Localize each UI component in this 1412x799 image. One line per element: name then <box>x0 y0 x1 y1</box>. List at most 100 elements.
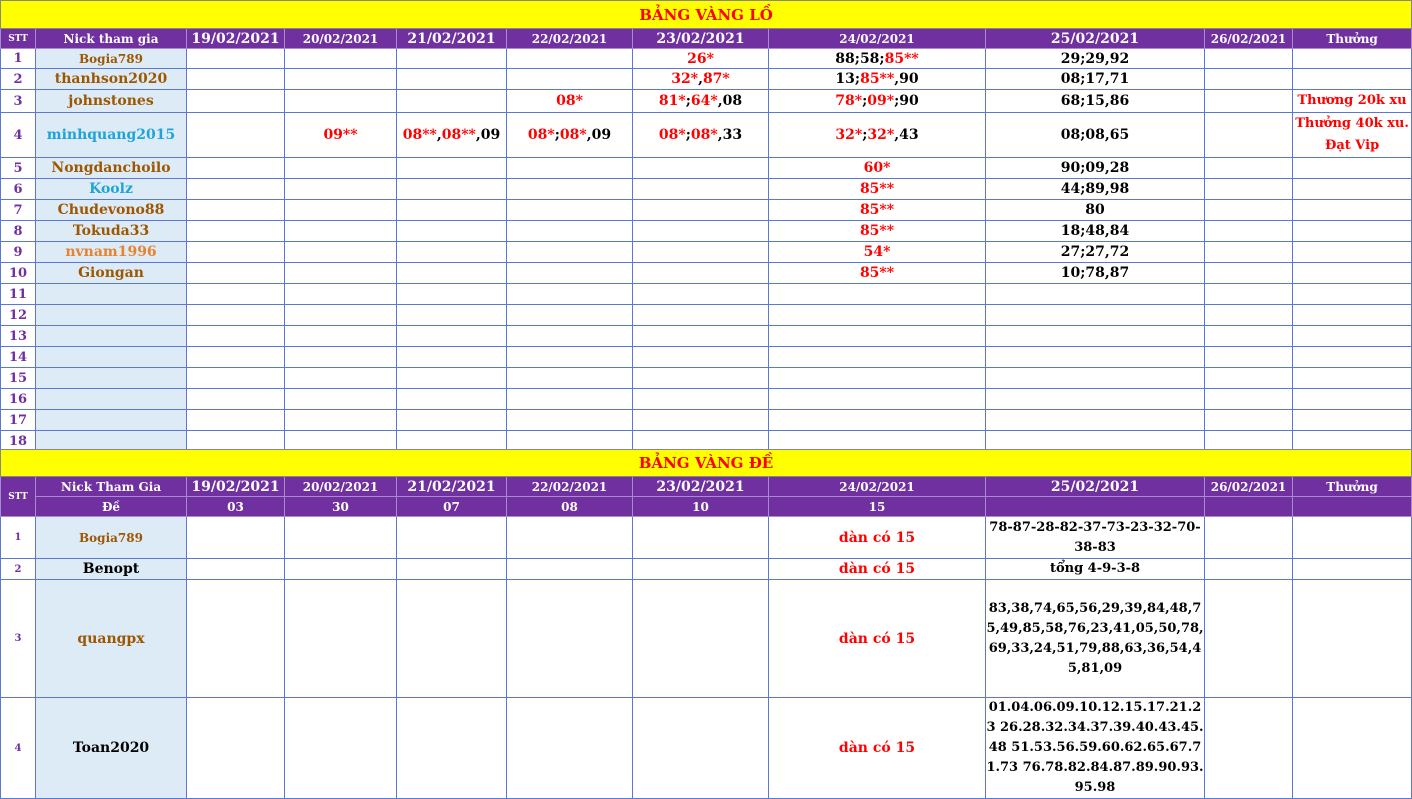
pick-cell <box>632 178 769 200</box>
de-result: 03 <box>186 496 285 517</box>
pick-cell <box>632 220 769 242</box>
pick-cell <box>284 579 397 698</box>
pick-cell <box>506 157 633 179</box>
pick-cell <box>506 409 633 431</box>
pick-cell <box>506 241 633 263</box>
reward-cell: Thương 20k xu <box>1291 89 1412 113</box>
table-row: 8 Tokuda33 85** 18;48,84 <box>0 220 1412 242</box>
pick-cell <box>1204 241 1293 263</box>
pick-cell <box>768 367 986 389</box>
pick-cell <box>1204 697 1293 799</box>
pick-cell <box>396 697 507 799</box>
pick-cell: 88;58;85** <box>768 48 986 69</box>
pick-cell <box>186 220 285 242</box>
pick-cell <box>768 409 986 431</box>
pick-cell <box>1204 157 1293 179</box>
pick-cell <box>632 325 769 347</box>
pick-cell: 44;89,98 <box>985 178 1205 200</box>
table-row: 10 Giongan 85** 10;78,87 <box>0 262 1412 284</box>
pick-cell <box>396 367 507 389</box>
pick-cell <box>186 89 285 113</box>
pick-cell <box>284 367 397 389</box>
table-row: 16 <box>0 388 1412 410</box>
pick-cell: 32*,87* <box>632 68 769 90</box>
pick-cell <box>632 367 769 389</box>
pick-cell <box>768 388 986 410</box>
table-row: 13 <box>0 325 1412 347</box>
pick-cell <box>186 346 285 368</box>
table-row: 2 thanhson2020 32*,87* 13;85**,90 08;17,71 <box>0 68 1412 90</box>
pick-cell <box>284 199 397 221</box>
pick-cell <box>768 346 986 368</box>
de-result: 07 <box>396 496 507 517</box>
reward-header: Thưởng <box>1291 476 1412 497</box>
nick-cell: Bogia789 <box>35 516 187 559</box>
reward-cell <box>1291 157 1412 179</box>
date-header: 26/02/2021 <box>1204 476 1293 497</box>
reward-cell <box>1291 48 1412 69</box>
pick-cell <box>985 409 1205 431</box>
pick-cell <box>506 178 633 200</box>
pick-cell <box>632 283 769 305</box>
pick-cell <box>1204 388 1293 410</box>
nick-cell <box>35 346 187 368</box>
pick-cell <box>1204 262 1293 284</box>
nick-cell: johnstones <box>35 89 187 113</box>
nick-cell <box>35 283 187 305</box>
table-row: 6 Koolz 85** 44;89,98 <box>0 178 1412 200</box>
pick-cell <box>396 409 507 431</box>
reward-cell <box>1291 283 1412 305</box>
pick-cell: 83,38,74,65,56,29,39,84,48,75,49,85,58,7… <box>985 579 1205 698</box>
nick-cell: thanhson2020 <box>35 68 187 90</box>
pick-cell <box>396 68 507 90</box>
pick-cell <box>186 388 285 410</box>
pick-cell <box>632 241 769 263</box>
reward-cell <box>1291 409 1412 431</box>
pick-cell <box>186 558 285 580</box>
row-number: 17 <box>0 409 36 431</box>
lo-title: BẢNG VÀNG LỒ <box>0 0 1412 29</box>
pick-cell <box>506 346 633 368</box>
reward-cell <box>1291 325 1412 347</box>
pick-cell <box>632 558 769 580</box>
pick-cell: 60* <box>768 157 986 179</box>
pick-cell <box>1204 112 1293 158</box>
reward-cell <box>1291 220 1412 242</box>
pick-cell <box>396 304 507 326</box>
pick-cell: 08*;08*,09 <box>506 112 633 158</box>
table-row: 1 Bogia789 dàn có 15 78-87-28-82-37-73-23-3… <box>0 516 1412 559</box>
nick-cell <box>35 325 187 347</box>
pick-cell <box>632 304 769 326</box>
pick-cell <box>284 325 397 347</box>
pick-cell: dàn có 15 <box>768 516 986 559</box>
pick-cell <box>1204 178 1293 200</box>
de-result <box>1291 496 1412 517</box>
pick-cell <box>284 304 397 326</box>
pick-cell: 27;27,72 <box>985 241 1205 263</box>
table-row: 12 <box>0 304 1412 326</box>
nick-cell: Chudevono88 <box>35 199 187 221</box>
reward-cell <box>1291 304 1412 326</box>
pick-cell <box>1204 346 1293 368</box>
pick-cell: dàn có 15 <box>768 579 986 698</box>
pick-cell <box>186 199 285 221</box>
pick-cell <box>985 367 1205 389</box>
pick-cell: 90;09,28 <box>985 157 1205 179</box>
stt-header: STT <box>0 28 36 49</box>
pick-cell <box>186 516 285 559</box>
date-header: 22/02/2021 <box>506 476 633 497</box>
reward-header: Thưởng <box>1291 28 1412 49</box>
pick-cell <box>284 388 397 410</box>
pick-cell: 54* <box>768 241 986 263</box>
pick-cell <box>1204 199 1293 221</box>
date-header: 21/02/2021 <box>396 476 507 497</box>
nick-cell: Bogia789 <box>35 48 187 69</box>
pick-cell <box>985 388 1205 410</box>
pick-cell <box>632 388 769 410</box>
pick-cell <box>396 283 507 305</box>
table-row: 17 <box>0 409 1412 431</box>
table-row: 3 johnstones 08* 81*;64*,08 78*;09*;90 68;15,… <box>0 89 1412 113</box>
pick-cell: 68;15,86 <box>985 89 1205 113</box>
pick-cell <box>396 199 507 221</box>
date-header: 23/02/2021 <box>632 476 769 497</box>
